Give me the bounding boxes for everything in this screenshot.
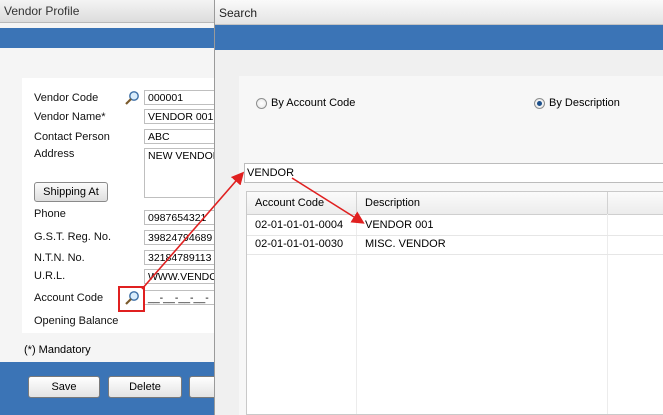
search-title: Search <box>219 6 258 20</box>
row-account-code: 02-01-01-01-0004 <box>255 219 344 231</box>
search-query-input[interactable] <box>244 163 663 183</box>
url-input[interactable]: WWW.VENDOR <box>144 269 214 284</box>
row-account-code: 02-01-01-01-0030 <box>255 238 344 250</box>
column-header-account-code[interactable]: Account Code <box>247 192 357 214</box>
mandatory-note: (*) Mandatory <box>24 344 91 356</box>
opening-balance-input[interactable] <box>144 313 214 328</box>
account-code-highlight-box <box>118 286 145 312</box>
address-label: Address <box>34 148 75 160</box>
account-code-label: Account Code <box>34 292 104 304</box>
radio-by-description-circle[interactable] <box>534 97 545 109</box>
account-code-input[interactable]: __-__-__-__- <box>144 290 214 305</box>
radio-by-description[interactable]: By Description <box>534 96 620 110</box>
next-footer-button[interactable] <box>189 376 214 398</box>
address-textarea[interactable]: NEW VENDOR <box>144 148 214 198</box>
table-row[interactable]: 02-01-01-01-0030 MISC. VENDOR <box>247 235 663 255</box>
vendor-code-input[interactable]: 000001 <box>144 90 214 105</box>
gst-label: G.S.T. Reg. No. <box>34 231 112 243</box>
search-titlebar: Search <box>215 0 663 25</box>
save-button[interactable]: Save <box>28 376 100 398</box>
search-header-band <box>215 25 663 50</box>
radio-by-account-code-label: By Account Code <box>271 97 356 109</box>
table-row[interactable]: 02-01-01-01-0004 VENDOR 001 <box>247 216 663 236</box>
vendor-profile-window: Vendor Profile Vendor Code 000001 Vendor… <box>0 0 214 415</box>
results-grid-header: Account Code Description <box>247 192 663 215</box>
contact-person-label: Contact Person <box>34 131 110 143</box>
vendor-name-label: Vendor Name* <box>34 111 106 123</box>
column-header-description[interactable]: Description <box>357 192 608 214</box>
shipping-at-button[interactable]: Shipping At <box>34 182 108 202</box>
results-grid: Account Code Description 02-01-01-01-000… <box>246 191 663 415</box>
vendor-profile-footer: Save Delete <box>0 362 214 415</box>
contact-person-input[interactable]: ABC <box>144 129 214 144</box>
ntn-input[interactable]: 32184789113 <box>144 250 214 265</box>
vendor-code-lookup-icon[interactable] <box>123 90 141 106</box>
ntn-label: N.T.N. No. <box>34 252 85 264</box>
radio-by-account-code[interactable]: By Account Code <box>256 96 355 110</box>
delete-button[interactable]: Delete <box>108 376 182 398</box>
opening-balance-label: Opening Balance <box>34 315 119 327</box>
vendor-code-label: Vendor Code <box>34 92 99 104</box>
vendor-name-input[interactable]: VENDOR 001 <box>144 109 214 124</box>
phone-input[interactable]: 0987654321 <box>144 210 214 225</box>
url-label: U.R.L. <box>34 270 66 282</box>
search-window: Search By Account Code By Description Ac… <box>214 0 663 415</box>
vendor-profile-title: Vendor Profile <box>4 4 80 18</box>
vendor-profile-header-band <box>0 28 214 48</box>
phone-label: Phone <box>34 208 66 220</box>
row-description: VENDOR 001 <box>365 219 434 231</box>
radio-by-account-code-circle[interactable] <box>256 97 267 109</box>
vendor-profile-titlebar: Vendor Profile <box>0 0 214 23</box>
radio-by-description-label: By Description <box>549 97 620 109</box>
row-description: MISC. VENDOR <box>365 238 446 250</box>
gst-input[interactable]: 39824794689 <box>144 230 214 245</box>
